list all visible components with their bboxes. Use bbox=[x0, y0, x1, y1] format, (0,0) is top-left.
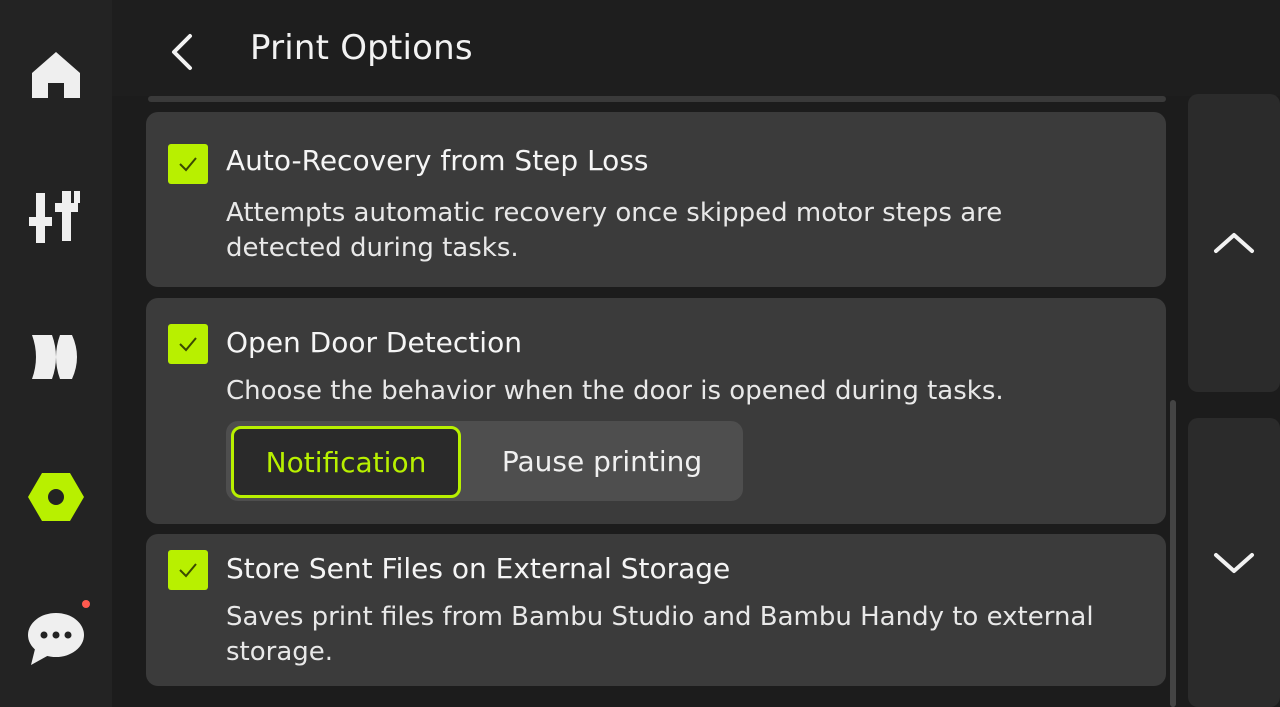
notification-option[interactable]: Notification bbox=[231, 426, 461, 498]
pause-printing-option[interactable]: Pause printing bbox=[466, 421, 738, 501]
header-divider bbox=[148, 96, 1166, 102]
page-title: Print Options bbox=[250, 28, 473, 68]
option-card-open-door: Open Door Detection Choose the behavior … bbox=[146, 298, 1166, 524]
chevron-down-icon bbox=[1214, 552, 1254, 573]
checkmark-icon bbox=[179, 563, 197, 578]
checkmark-icon bbox=[179, 337, 197, 352]
print-options-screen: Print Options Auto-Recovery from Step Lo… bbox=[0, 0, 1280, 707]
door-behavior-selector: Notification Pause printing bbox=[226, 421, 743, 501]
checkmark-icon bbox=[179, 157, 197, 172]
notification-dot bbox=[82, 600, 90, 608]
nav-messages[interactable] bbox=[0, 592, 112, 682]
auto-recovery-checkbox[interactable] bbox=[168, 144, 208, 184]
nav-home[interactable] bbox=[0, 30, 112, 120]
option-card-auto-recovery: Auto-Recovery from Step Loss Attempts au… bbox=[146, 112, 1166, 287]
home-icon bbox=[32, 52, 80, 98]
option-description: Choose the behavior when the door is ope… bbox=[226, 376, 1004, 406]
nav-settings[interactable] bbox=[0, 452, 112, 542]
external-storage-checkbox[interactable] bbox=[168, 550, 208, 590]
back-button[interactable] bbox=[160, 28, 204, 76]
scroll-up-button[interactable] bbox=[1188, 94, 1280, 392]
nav-controls[interactable] bbox=[0, 172, 112, 262]
nav-filament[interactable] bbox=[0, 312, 112, 402]
option-description: Saves print files from Bambu Studio and … bbox=[226, 602, 1094, 667]
scroll-down-button[interactable] bbox=[1188, 418, 1280, 707]
filament-icon bbox=[32, 335, 77, 379]
open-door-checkbox[interactable] bbox=[168, 324, 208, 364]
nav-rail bbox=[0, 0, 112, 707]
scrollbar[interactable] bbox=[1170, 400, 1176, 707]
chevron-up-icon bbox=[1214, 233, 1254, 253]
messages-icon bbox=[28, 613, 84, 665]
chevron-left-icon bbox=[172, 34, 192, 70]
option-title: Open Door Detection bbox=[226, 326, 522, 359]
controls-icon bbox=[29, 191, 80, 243]
option-title: Store Sent Files on External Storage bbox=[226, 552, 731, 585]
option-card-external-storage: Store Sent Files on External Storage Sav… bbox=[146, 534, 1166, 686]
settings-icon bbox=[28, 473, 84, 521]
option-title: Auto-Recovery from Step Loss bbox=[226, 144, 649, 177]
option-description: Attempts automatic recovery once skipped… bbox=[226, 198, 1003, 263]
